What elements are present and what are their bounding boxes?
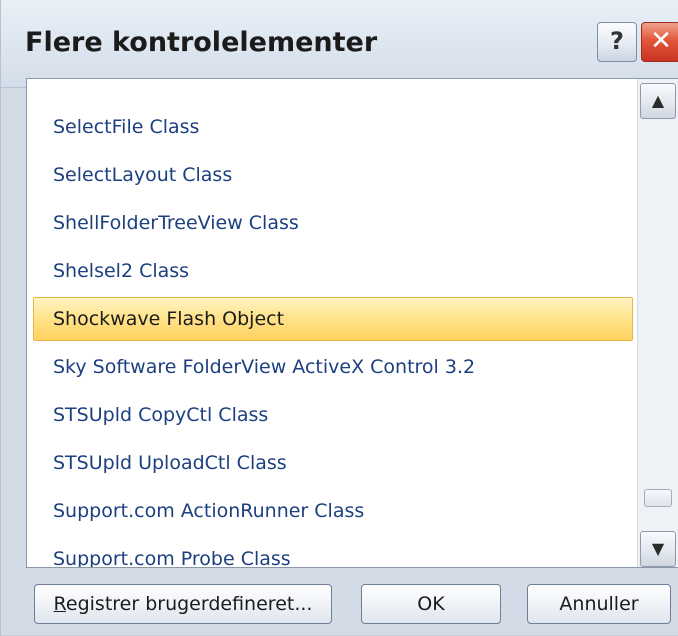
scroll-down-icon[interactable]: ▼ [640, 531, 676, 567]
scroll-thumb[interactable] [644, 489, 672, 507]
help-button[interactable]: ? [597, 22, 637, 62]
list-item[interactable]: ShellFolderTreeView Class [33, 201, 633, 245]
list-item[interactable]: Support.com ActionRunner Class [33, 489, 633, 533]
list-item[interactable]: Support.com Probe Class [33, 537, 633, 567]
list-item[interactable]: STSUpld CopyCtl Class [33, 393, 633, 437]
window-title: Flere kontrolelementer [25, 27, 378, 58]
close-button[interactable]: ✕ [641, 22, 678, 62]
scroll-up-icon[interactable]: ▲ [640, 83, 676, 119]
list-item[interactable]: Shelsel2 Class [33, 249, 633, 293]
ok-button[interactable]: OK [361, 584, 501, 624]
control-list[interactable]: SelectFile Class SelectLayout Class Shel… [26, 78, 678, 568]
vertical-scrollbar[interactable]: ▲ ▼ [637, 79, 678, 567]
title-bar[interactable]: Flere kontrolelementer ? ✕ [1, 0, 678, 88]
list-item[interactable]: Sky Software FolderView ActiveX Control … [33, 345, 633, 389]
dialog-window: Flere kontrolelementer ? ✕ SelectFile Cl… [0, 0, 678, 636]
cancel-button[interactable]: Annuller [527, 584, 671, 624]
list-item-selected[interactable]: Shockwave Flash Object [33, 297, 633, 341]
list-item[interactable]: SelectLayout Class [33, 153, 633, 197]
control-list-items: SelectFile Class SelectLayout Class Shel… [27, 79, 639, 567]
register-custom-button[interactable]: Registrer brugerdefineret... [34, 584, 332, 624]
list-item[interactable]: STSUpld UploadCtl Class [33, 441, 633, 485]
list-item[interactable]: SelectFile Class [33, 105, 633, 149]
